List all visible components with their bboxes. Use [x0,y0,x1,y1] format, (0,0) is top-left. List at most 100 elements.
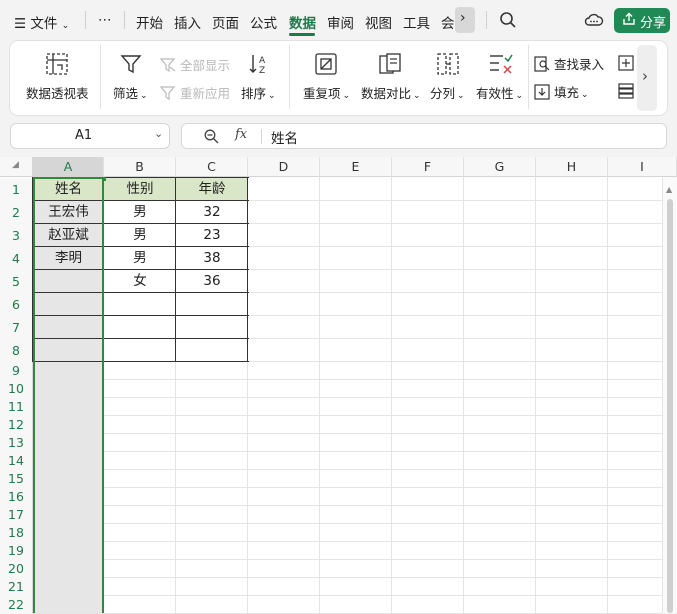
row-header-22[interactable]: 22 [0,596,33,614]
row-header-8[interactable]: 8 [0,339,33,362]
file-menu[interactable]: ☰ 文件 ⌄ [14,12,69,32]
row-header-15[interactable]: 15 [0,470,33,488]
row-header-21[interactable]: 21 [0,578,33,596]
tab-insert[interactable]: 插入 [174,12,201,32]
stack-icon[interactable] [618,83,634,103]
chevron-down-icon: ⌄ [61,21,70,31]
table-cell[interactable]: 23 [176,224,248,247]
tab-review[interactable]: 审阅 [327,12,354,32]
divider [528,45,529,109]
row-header-19[interactable]: 19 [0,542,33,560]
row-header-6[interactable]: 6 [0,293,33,316]
data-compare-button[interactable]: 数据对比 ⌄ [361,83,421,102]
filter-icon[interactable] [120,53,142,79]
insert-function-button[interactable]: fx [235,127,247,142]
split-columns-icon[interactable] [437,53,459,79]
column-header-g[interactable]: G [464,157,536,177]
cloud-icon[interactable] [584,11,604,33]
row-header-17[interactable]: 17 [0,506,33,524]
tab-formula[interactable]: 公式 [250,12,277,32]
formula-input[interactable]: 姓名 [271,127,298,147]
tab-member[interactable]: 会 [441,12,455,32]
lookup-entry-button[interactable]: 查找录入 [534,54,604,73]
tab-view[interactable]: 视图 [365,12,392,32]
table-cell[interactable]: 32 [176,201,248,224]
reapply-button[interactable]: 重新应用 [159,83,230,102]
table-cell[interactable]: 女 [104,270,176,293]
row-header-4[interactable]: 4 [0,247,33,270]
row-header-5[interactable]: 5 [0,270,33,293]
insert-icon[interactable] [618,55,634,75]
validity-button[interactable]: 有效性 ⌄ [476,83,523,102]
zoom-icon[interactable] [204,129,219,148]
column-header-f[interactable]: F [392,157,464,177]
more-button[interactable]: ⋯ [98,12,112,28]
row-header-1[interactable]: 1 [0,178,33,201]
select-all-corner[interactable]: ◢ [0,157,33,177]
row-gridline [33,379,662,380]
search-icon[interactable] [499,11,517,33]
table-cell[interactable]: 男 [104,224,176,247]
column-header-a[interactable]: A [33,157,104,177]
pivot-table-button[interactable]: 数据透视表 [26,83,89,102]
row-header-7[interactable]: 7 [0,316,33,339]
chevron-down-icon: ⌄ [515,91,524,101]
row-header-3[interactable]: 3 [0,224,33,247]
selection-border [33,177,104,613]
column-gridline [391,177,392,613]
menu-bar: ☰ 文件 ⌄ ⋯ 开始 插入 页面 公式 数据 审阅 视图 工具 会 › 分享 [0,0,677,40]
ribbon-scroll-right-button[interactable]: › [637,45,657,111]
scrollbar-thumb[interactable] [667,199,673,613]
row-header-18[interactable]: 18 [0,524,33,542]
table-cell[interactable]: 男 [104,201,176,224]
duplicates-icon[interactable] [315,53,337,79]
column-gridline [535,177,536,613]
filter-button[interactable]: 筛选 ⌄ [113,83,148,102]
column-header-b[interactable]: B [104,157,176,177]
chevron-down-icon[interactable]: ⌄ [154,127,163,140]
share-button[interactable]: 分享 [614,8,670,33]
divider [124,11,125,29]
show-all-button[interactable]: 全部显示 [159,55,230,74]
spreadsheet-grid: ◢ ABCDEFGHI 1 2 3 4 5 6 7 8 9 10 11 12 13 14 15 16 17 18 1… [0,157,677,614]
table-cell[interactable]: 男 [104,247,176,270]
row-header-11[interactable]: 11 [0,398,33,416]
row-header-14[interactable]: 14 [0,452,33,470]
tab-tools[interactable]: 工具 [403,12,430,32]
data-compare-icon[interactable] [379,53,401,79]
column-header-c[interactable]: C [176,157,248,177]
row-header-10[interactable]: 10 [0,380,33,398]
row-header-2[interactable]: 2 [0,201,33,224]
scroll-tabs-right-button[interactable]: › [455,7,475,33]
row-header-20[interactable]: 20 [0,560,33,578]
sort-button[interactable]: 排序 ⌄ [241,83,276,102]
tab-home[interactable]: 开始 [136,12,163,32]
row-header-16[interactable]: 16 [0,488,33,506]
scroll-up-icon: ▲ [666,185,673,194]
table-cell[interactable]: 38 [176,247,248,270]
row-header-12[interactable]: 12 [0,416,33,434]
table-header-cell[interactable]: 性别 [104,178,176,201]
vertical-scrollbar[interactable]: ▲ [662,177,677,613]
column-header-e[interactable]: E [320,157,392,177]
split-columns-button[interactable]: 分列 ⌄ [430,83,465,102]
row-header-13[interactable]: 13 [0,434,33,452]
column-gridline [463,177,464,613]
sort-icon[interactable]: AZ [248,53,270,79]
duplicates-button[interactable]: 重复项 ⌄ [303,83,350,102]
row-header-9[interactable]: 9 [0,362,33,380]
tab-data[interactable]: 数据 [289,12,316,32]
fill-button[interactable]: 填充 ⌄ [534,82,589,101]
fill-handle[interactable] [102,177,106,181]
table-header-cell[interactable]: 年龄 [176,178,248,201]
column-header-h[interactable]: H [536,157,608,177]
table-cell[interactable]: 36 [176,270,248,293]
validity-icon[interactable] [489,53,513,79]
tab-page[interactable]: 页面 [212,12,239,32]
formula-divider [261,129,262,144]
column-header-d[interactable]: D [248,157,320,177]
share-icon [622,12,636,30]
pivot-table-icon[interactable] [46,53,68,79]
name-box[interactable]: A1 ⌄ [10,123,170,149]
column-header-i[interactable]: I [608,157,677,177]
